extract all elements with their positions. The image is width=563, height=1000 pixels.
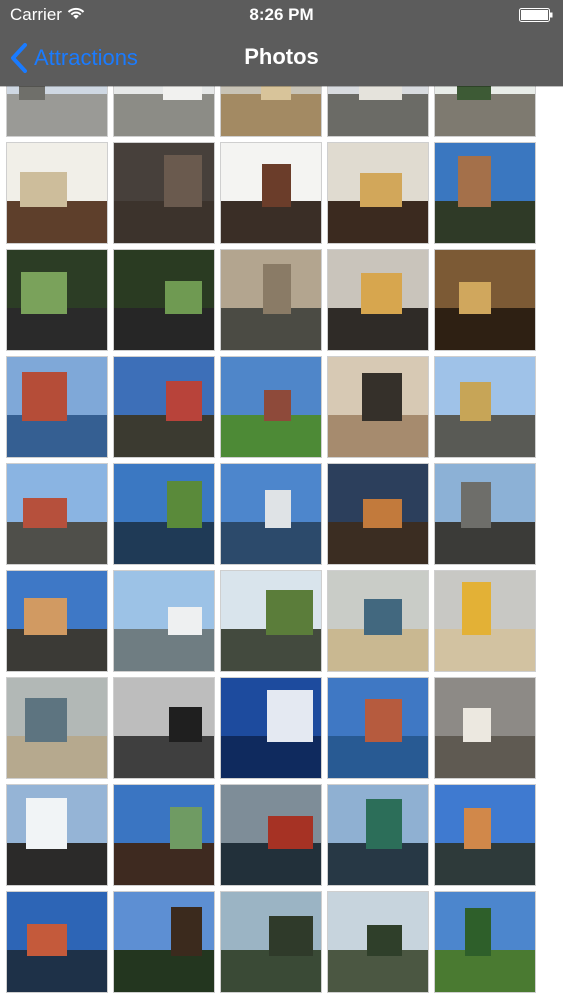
photo-thumbnail-ornamental-iron-bridge[interactable] (220, 249, 322, 351)
photo-thumbnail-colourful-canal-houses[interactable] (113, 356, 215, 458)
status-time: 8:26 PM (249, 5, 314, 24)
photo-thumbnail-golden-church-nave[interactable] (434, 249, 536, 351)
photo-thumbnail-neoclassical-building[interactable] (113, 86, 215, 137)
photo-thumbnail-marble-church-facade[interactable] (327, 86, 429, 137)
photo-thumbnail-cyclist-old-houses[interactable] (434, 356, 536, 458)
photo-thumbnail-white-church-interior[interactable] (6, 142, 108, 244)
photo-thumbnail-harbour-bridge-clouds[interactable] (6, 784, 108, 886)
photo-thumbnail-red-building-waterfront[interactable] (327, 677, 429, 779)
navigation-bar: Attractions Photos (0, 30, 563, 86)
photo-thumbnail-curved-tower-building[interactable] (6, 570, 108, 672)
photo-thumbnail-ornate-gallery-interior[interactable] (327, 249, 429, 351)
photo-thumbnail-colourful-quay-crowd[interactable] (434, 784, 536, 886)
photo-thumbnail-black-white-pier[interactable] (113, 677, 215, 779)
photo-thumbnail-night-trees-street-2[interactable] (113, 249, 215, 351)
photo-thumbnail-sea-horizon[interactable] (6, 677, 108, 779)
photo-thumbnail-canal-houses-boats[interactable] (6, 891, 108, 993)
photo-thumbnail-pedestrian-street[interactable] (327, 356, 429, 458)
photo-thumbnail-canal-with-boats[interactable] (327, 784, 429, 886)
photo-thumbnail-modern-library-steps[interactable] (434, 463, 536, 565)
photo-thumbnail-tree-avenue-silhouette[interactable] (113, 891, 215, 993)
photo-thumbnail-warehouse-canal[interactable] (327, 463, 429, 565)
photo-thumbnail-church-tower-top[interactable] (6, 86, 108, 137)
photo-thumbnail-canal-boat[interactable] (220, 784, 322, 886)
photo-thumbnail-chandelier-hall[interactable] (327, 142, 429, 244)
photo-thumbnail-green-spire-blue-sky[interactable] (434, 142, 536, 244)
photo-thumbnail-marina-harbour[interactable] (220, 463, 322, 565)
photo-thumbnail-domed-building[interactable] (220, 86, 322, 137)
photo-thumbnail-beach-house[interactable] (434, 677, 536, 779)
photo-thumbnail-park-trees-bench[interactable] (434, 891, 536, 993)
battery-icon (519, 8, 553, 22)
photo-thumbnail-tree-by-lake[interactable] (220, 570, 322, 672)
photo-thumbnail-lake-trees-reflection[interactable] (327, 891, 429, 993)
photo-thumbnail-harbour-waterfront[interactable] (6, 356, 108, 458)
photo-thumbnail-cyclists-street[interactable] (6, 463, 108, 565)
photo-thumbnail-pond-trees-reflection[interactable] (220, 891, 322, 993)
photo-thumbnail-boats-by-trees[interactable] (113, 463, 215, 565)
photo-thumbnail-glass-reflection-clouds[interactable] (220, 677, 322, 779)
photo-thumbnail-night-trees-street[interactable] (6, 249, 108, 351)
photo-thumbnail-dark-interior-ceiling[interactable] (113, 142, 215, 244)
status-bar: Carrier 8:26 PM (0, 0, 563, 30)
page-title: Photos (244, 44, 319, 69)
photo-thumbnail-white-block-towers[interactable] (113, 570, 215, 672)
photo-thumbnail-brick-church-street[interactable] (220, 142, 322, 244)
photo-grid[interactable] (0, 86, 563, 1000)
photo-thumbnail-green-spire-church[interactable] (113, 784, 215, 886)
photo-thumbnail-old-brick-facade[interactable] (434, 86, 536, 137)
photo-thumbnail-beach-flag[interactable] (434, 570, 536, 672)
photo-thumbnail-park-and-palace[interactable] (220, 356, 322, 458)
photo-thumbnail-lifeguard-tower-beach[interactable] (327, 570, 429, 672)
